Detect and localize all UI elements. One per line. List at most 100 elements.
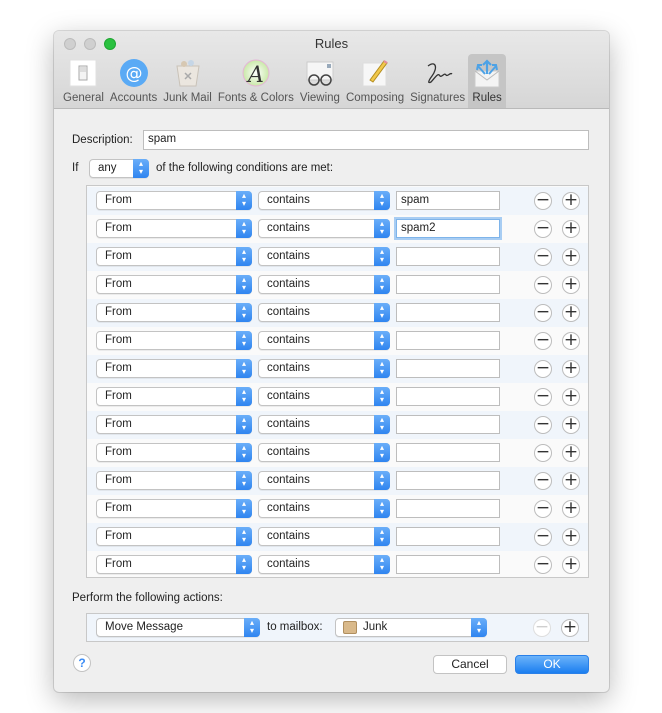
add-condition-button[interactable]: + (562, 556, 580, 574)
condition-field-select[interactable]: From ▴ ▾ (96, 415, 252, 434)
add-condition-button[interactable]: + (562, 192, 580, 210)
chevron-updown-icon: ▴ ▾ (374, 443, 390, 462)
condition-field-select[interactable]: From ▴ ▾ (96, 555, 252, 574)
condition-operator-select[interactable]: contains ▴ ▾ (258, 359, 390, 378)
glasses-envelope-icon (304, 57, 336, 89)
description-input[interactable]: spam (143, 130, 589, 150)
chevron-updown-icon: ▴ ▾ (374, 219, 390, 238)
condition-operator-select[interactable]: contains ▴ ▾ (258, 527, 390, 546)
condition-field-select[interactable]: From ▴ ▾ (96, 527, 252, 546)
action-type-select[interactable]: Move Message ▴ ▾ (96, 618, 260, 637)
condition-value-input[interactable]: spam2 (396, 219, 500, 238)
tab-general[interactable]: General (60, 54, 107, 108)
remove-condition-button[interactable]: − (534, 276, 552, 294)
add-condition-button[interactable]: + (562, 248, 580, 266)
tab-composing[interactable]: Composing (343, 54, 407, 108)
condition-field-select[interactable]: From ▴ ▾ (96, 303, 252, 322)
add-condition-button[interactable]: + (562, 276, 580, 294)
condition-value-input[interactable] (396, 471, 500, 490)
remove-condition-button[interactable]: − (534, 528, 552, 546)
condition-field-select[interactable]: From ▴ ▾ (96, 443, 252, 462)
remove-condition-button[interactable]: − (534, 220, 552, 238)
junk-mailbox-icon (343, 621, 357, 634)
condition-value-input[interactable] (396, 303, 500, 322)
condition-operator-select[interactable]: contains ▴ ▾ (258, 415, 390, 434)
add-condition-button[interactable]: + (562, 360, 580, 378)
condition-operator-select[interactable]: contains ▴ ▾ (258, 471, 390, 490)
remove-condition-button[interactable]: − (534, 500, 552, 518)
condition-value-input[interactable] (396, 247, 500, 266)
remove-condition-button[interactable]: − (534, 304, 552, 322)
condition-value-input[interactable] (396, 499, 500, 518)
condition-operator-select[interactable]: contains ▴ ▾ (258, 219, 390, 238)
tab-accounts[interactable]: @ Accounts (107, 54, 160, 108)
add-condition-button[interactable]: + (562, 500, 580, 518)
condition-operator-select[interactable]: contains ▴ ▾ (258, 443, 390, 462)
condition-field-select[interactable]: From ▴ ▾ (96, 247, 252, 266)
condition-operator-select[interactable]: contains ▴ ▾ (258, 191, 390, 210)
tab-fonts-colors[interactable]: A Fonts & Colors (215, 54, 297, 108)
condition-field-select[interactable]: From ▴ ▾ (96, 219, 252, 238)
remove-condition-button[interactable]: − (534, 192, 552, 210)
condition-field-select[interactable]: From ▴ ▾ (96, 191, 252, 210)
condition-operator-select[interactable]: contains ▴ ▾ (258, 387, 390, 406)
condition-value-input[interactable] (396, 387, 500, 406)
remove-condition-button[interactable]: − (534, 332, 552, 350)
condition-field-select[interactable]: From ▴ ▾ (96, 471, 252, 490)
remove-condition-button[interactable]: − (534, 360, 552, 378)
condition-value-input[interactable]: spam (396, 191, 500, 210)
cancel-button[interactable]: Cancel (433, 655, 507, 674)
add-condition-button[interactable]: + (562, 528, 580, 546)
condition-field-select[interactable]: From ▴ ▾ (96, 499, 252, 518)
remove-condition-button[interactable]: − (534, 416, 552, 434)
tab-junk-mail[interactable]: Junk Mail (160, 54, 215, 108)
mailbox-select[interactable]: Junk ▴ ▾ (335, 618, 487, 637)
condition-value-input[interactable] (396, 555, 500, 574)
add-condition-button[interactable]: + (562, 220, 580, 238)
condition-field-select[interactable]: From ▴ ▾ (96, 275, 252, 294)
help-button[interactable]: ? (73, 654, 91, 672)
remove-condition-button[interactable]: − (534, 388, 552, 406)
tab-viewing[interactable]: Viewing (297, 54, 343, 108)
remove-condition-button[interactable]: − (534, 556, 552, 574)
condition-operator-select[interactable]: contains ▴ ▾ (258, 555, 390, 574)
add-action-button[interactable]: + (561, 619, 579, 637)
condition-value-input[interactable] (396, 443, 500, 462)
condition-value-input[interactable] (396, 275, 500, 294)
condition-value-input[interactable] (396, 527, 500, 546)
chevron-updown-icon: ▴ ▾ (236, 303, 252, 322)
condition-field-select[interactable]: From ▴ ▾ (96, 359, 252, 378)
condition-value-input[interactable] (396, 415, 500, 434)
chevron-updown-icon: ▴ ▾ (374, 359, 390, 378)
chevron-updown-icon: ▴ ▾ (236, 415, 252, 434)
condition-field-select[interactable]: From ▴ ▾ (96, 387, 252, 406)
add-condition-button[interactable]: + (562, 416, 580, 434)
add-condition-button[interactable]: + (562, 444, 580, 462)
remove-condition-button[interactable]: − (534, 444, 552, 462)
chevron-updown-icon: ▴ ▾ (374, 331, 390, 350)
chevron-updown-icon: ▴ ▾ (236, 555, 252, 574)
condition-operator-select[interactable]: contains ▴ ▾ (258, 247, 390, 266)
remove-action-button[interactable]: − (533, 619, 551, 637)
remove-condition-button[interactable]: − (534, 248, 552, 266)
add-condition-button[interactable]: + (562, 332, 580, 350)
ok-button[interactable]: OK (515, 655, 589, 674)
chevron-updown-icon: ▴ ▾ (374, 387, 390, 406)
add-condition-button[interactable]: + (562, 472, 580, 490)
condition-operator-select[interactable]: contains ▴ ▾ (258, 331, 390, 350)
remove-condition-button[interactable]: − (534, 472, 552, 490)
rule-editor: Description: spam If any ▴ ▾ of the follo… (54, 110, 609, 692)
add-condition-button[interactable]: + (562, 304, 580, 322)
preferences-toolbar: General @ Accounts Junk Mail A Fonts & C… (60, 54, 507, 109)
condition-row: From ▴ ▾ contains ▴ ▾ − + (87, 271, 588, 299)
condition-value-input[interactable] (396, 359, 500, 378)
condition-value-input[interactable] (396, 331, 500, 350)
match-any-all-select[interactable]: any ▴ ▾ (89, 159, 149, 178)
tab-signatures[interactable]: Signatures (407, 54, 468, 108)
condition-operator-select[interactable]: contains ▴ ▾ (258, 275, 390, 294)
condition-operator-select[interactable]: contains ▴ ▾ (258, 303, 390, 322)
add-condition-button[interactable]: + (562, 388, 580, 406)
condition-operator-select[interactable]: contains ▴ ▾ (258, 499, 390, 518)
tab-rules[interactable]: Rules (468, 54, 507, 108)
condition-field-select[interactable]: From ▴ ▾ (96, 331, 252, 350)
